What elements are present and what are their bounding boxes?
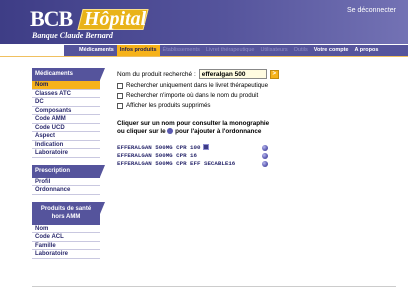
option-checkbox[interactable]	[117, 82, 123, 89]
tab-1[interactable]: Infos produits	[116, 45, 160, 56]
tab-3: Livret thérapeutique	[205, 47, 255, 53]
search-row: Nom du produit recherché : >	[117, 68, 392, 80]
add-to-prescription-icon	[167, 127, 174, 134]
result-row: EFFERALGAN 500MG CPR EFF SECABLE16	[117, 160, 392, 168]
add-to-prescription-icon[interactable]	[262, 161, 268, 167]
result-product-link[interactable]: EFFERALGAN 500MG CPR EFF SECABLE16	[117, 160, 235, 167]
tab-6[interactable]: Votre compte	[311, 45, 352, 56]
instruction-text: Cliquer sur un nom pour consulter la mon…	[117, 120, 392, 135]
option-checkbox[interactable]	[117, 92, 123, 99]
sidebar-section-medicaments: Médicaments Nom Classes ATC DC Composants Co…	[32, 68, 105, 158]
option-label: Afficher les produits supprimés	[126, 102, 211, 109]
tab-2: Établissements	[162, 47, 200, 53]
sidebar-medicaments-item-1[interactable]: Classes ATC	[32, 89, 100, 98]
main-content: Nom du produit recherché : > Rechercher …	[117, 68, 392, 168]
sidebar-title-produits-sante: Produits de santé hors AMM	[32, 201, 105, 225]
sidebar: Médicaments Nom Classes ATC DC Composants Co…	[32, 68, 105, 266]
tab-7[interactable]: A propos	[351, 45, 381, 56]
sidebar-produits-sante-list: Nom Code ACL Famille Laboratoire	[32, 224, 100, 259]
instruction-line-2-start: ou cliquer sur le	[117, 127, 166, 135]
add-to-prescription-icon[interactable]	[262, 153, 268, 159]
search-option-1[interactable]: Rechercher n'importe où dans le nom du p…	[117, 91, 392, 100]
sidebar-prescription-list: Profil Ordonnance	[32, 177, 100, 195]
logo-text-bcb: BCB	[30, 6, 73, 31]
option-checkbox[interactable]	[117, 102, 123, 109]
sidebar-medicaments-item-7[interactable]: Indication	[32, 140, 100, 149]
option-label: Rechercher n'importe où dans le nom du p…	[126, 92, 259, 99]
results-list: EFFERALGAN 500MG CPR 100 EFFERALGAN 500MG…	[117, 144, 392, 168]
logout-link[interactable]: Se déconnecter	[347, 7, 396, 14]
instruction-line-2: ou cliquer sur le pour l'ajouter à l'ord…	[117, 127, 392, 136]
result-row: EFFERALGAN 500MG CPR 100	[117, 144, 392, 152]
livret-book-icon	[202, 144, 209, 150]
top-nav: Médicaments Infos produits Établissements L…	[0, 44, 408, 57]
option-label: Rechercher uniquement dans le livret thé…	[126, 82, 269, 89]
footer-divider	[32, 286, 396, 287]
sidebar-title-line1: Produits de santé	[40, 205, 92, 212]
sidebar-medicaments-item-8[interactable]: Laboratoire	[32, 149, 100, 158]
search-go-button[interactable]: >	[269, 69, 279, 79]
sidebar-produits-sante-item-3[interactable]: Laboratoire	[32, 250, 100, 259]
sidebar-prescription-item-0[interactable]: Profil	[32, 177, 100, 186]
header: BCB Hôpital Banque Claude Bernard Se déc…	[0, 0, 408, 44]
result-product-link[interactable]: EFFERALGAN 500MG CPR 16	[117, 152, 197, 159]
add-to-prescription-icon[interactable]	[262, 145, 268, 151]
sidebar-produits-sante-item-1[interactable]: Code ACL	[32, 233, 100, 242]
app-window: BCB Hôpital Banque Claude Bernard Se déc…	[0, 0, 408, 294]
logo-text-hopital: Hôpital	[84, 8, 147, 30]
instruction-line-2-end: pour l'ajouter à l'ordonnance	[175, 127, 262, 135]
sidebar-title-line2: hors AMM	[51, 213, 81, 220]
sidebar-section-produits-sante: Produits de santé hors AMM Nom Code ACL Fa…	[32, 201, 105, 259]
sidebar-medicaments-item-4[interactable]: Code AMM	[32, 115, 100, 124]
product-name-input[interactable]	[198, 69, 267, 79]
sidebar-medicaments-item-2[interactable]: DC	[32, 98, 100, 107]
tab-0[interactable]: Médicaments	[76, 45, 117, 56]
sidebar-medicaments-list: Nom Classes ATC DC Composants Code AMM Code U…	[32, 81, 100, 158]
sidebar-title-medicaments: Médicaments	[32, 68, 105, 81]
search-options: Rechercher uniquement dans le livret thé…	[117, 81, 392, 110]
search-label: Nom du produit recherché :	[117, 70, 196, 78]
sidebar-medicaments-item-3[interactable]: Composants	[32, 106, 100, 115]
sidebar-medicaments-item-6[interactable]: Aspect	[32, 132, 100, 141]
sidebar-medicaments-item-5[interactable]: Code UCD	[32, 123, 100, 132]
search-option-2[interactable]: Afficher les produits supprimés	[117, 101, 392, 110]
sidebar-medicaments-item-0[interactable]: Nom	[32, 81, 100, 90]
sidebar-section-prescription: Prescription Profil Ordonnance	[32, 164, 105, 195]
result-row: EFFERALGAN 500MG CPR 16	[117, 152, 392, 160]
result-product-link[interactable]: EFFERALGAN 500MG CPR 100	[117, 144, 201, 151]
search-option-0[interactable]: Rechercher uniquement dans le livret thé…	[117, 81, 392, 90]
tab-4: Utilisateurs	[260, 47, 288, 53]
nav-tabs: Médicaments Infos produits Établissements L…	[64, 45, 408, 56]
logo-subtitle: Banque Claude Bernard	[32, 31, 113, 40]
sidebar-produits-sante-item-2[interactable]: Famille	[32, 241, 100, 250]
instruction-line-1: Cliquer sur un nom pour consulter la mon…	[117, 120, 270, 127]
tab-5: Outils	[293, 47, 308, 53]
sidebar-title-prescription: Prescription	[32, 164, 105, 178]
bcb-hopital-logo[interactable]: BCB Hôpital Banque Claude Bernard	[30, 7, 240, 41]
sidebar-prescription-item-1[interactable]: Ordonnance	[32, 186, 100, 195]
sidebar-produits-sante-item-0[interactable]: Nom	[32, 224, 100, 233]
nav-divider	[0, 56, 408, 57]
